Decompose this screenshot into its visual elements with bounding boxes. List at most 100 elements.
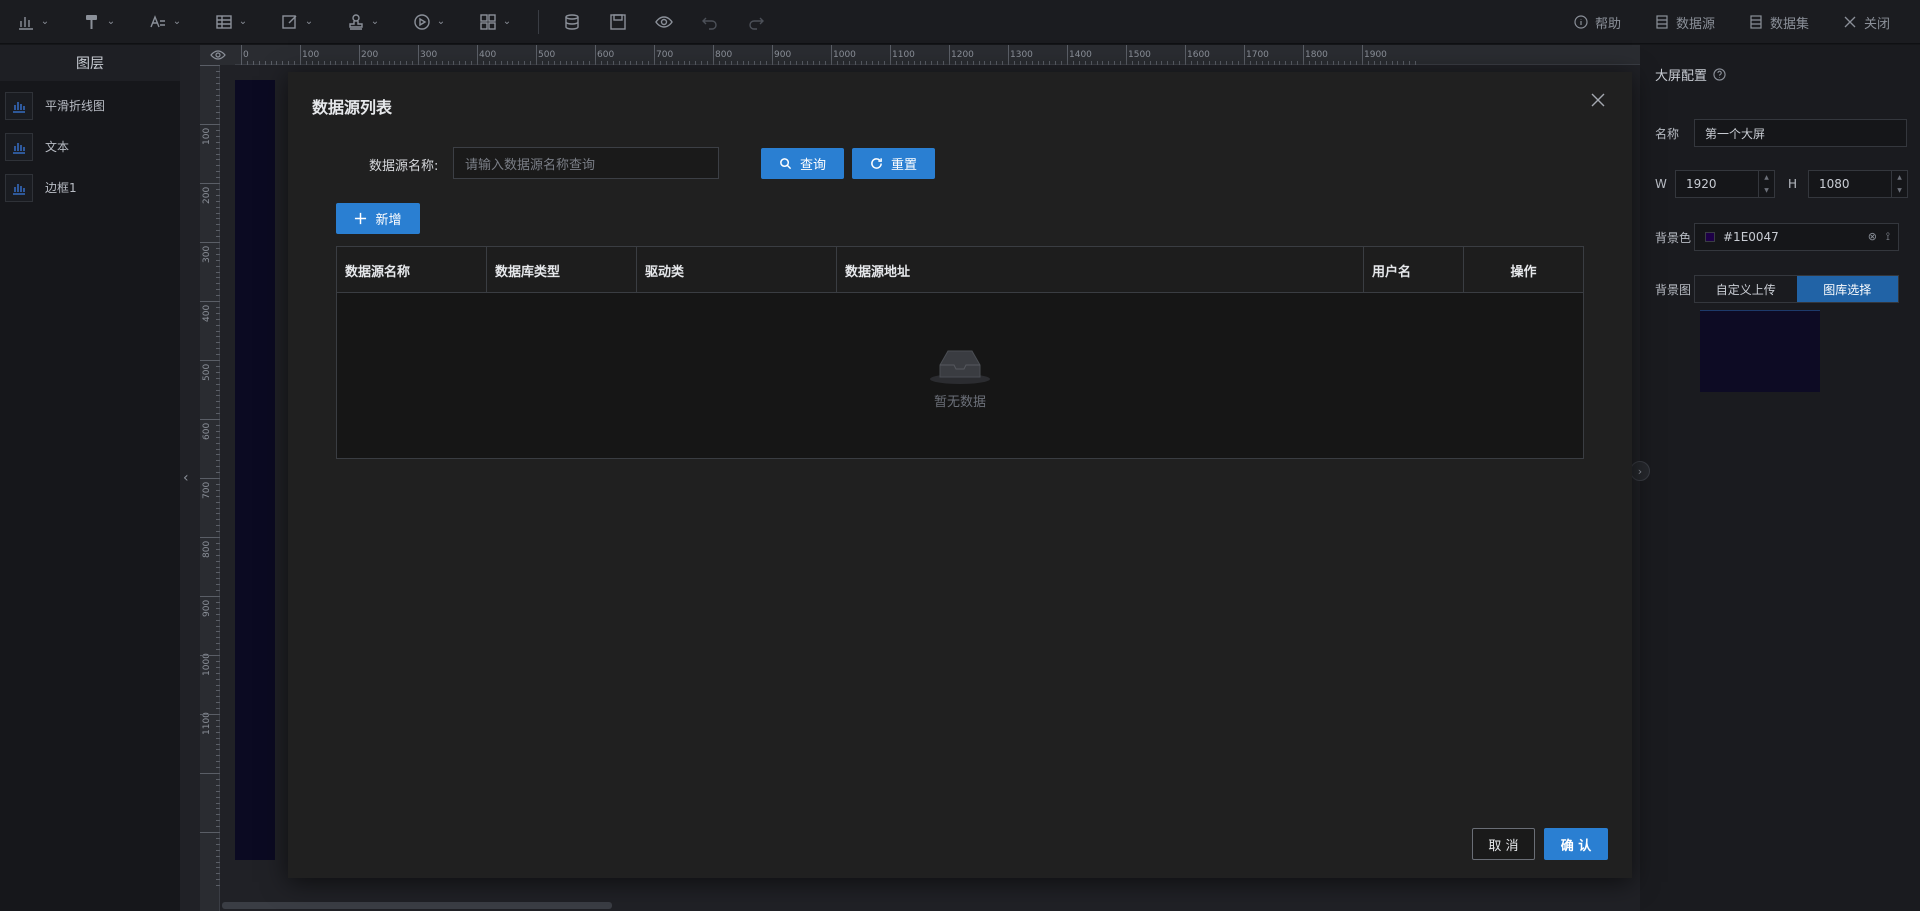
ruler-tick [1131,61,1133,65]
search-input[interactable]: 请输入数据源名称查询 [453,147,719,179]
datasource-link[interactable]: 数据源 [1655,13,1715,32]
chart-icon [18,16,33,30]
layer-item[interactable]: 边框1 [0,167,180,208]
ruler-tick [335,61,337,65]
ruler-tick [216,719,220,721]
ruler-tick [317,61,319,65]
ruler-tick [216,820,220,822]
stepper-arrows[interactable]: ▲ ▼ [1758,171,1774,197]
component-menu[interactable]: ⌄ [462,0,528,44]
table-menu[interactable]: ⌄ [198,0,264,44]
dataset-link[interactable]: 数据集 [1749,13,1809,32]
redo-button[interactable] [733,13,779,31]
ruler-tick [216,212,220,214]
stamp-menu[interactable]: ⌄ [330,0,396,44]
column-header[interactable]: 驱动类 [637,247,837,293]
chevron-right-icon[interactable]: › [1630,461,1650,481]
database-button[interactable] [549,13,595,31]
ruler-tick [200,419,220,420]
eye-icon [655,15,673,28]
chevron-left-icon[interactable]: ‹ [183,470,189,486]
help-circle-icon[interactable] [1713,68,1726,81]
upload-option[interactable]: 自定义上传 [1695,276,1797,302]
text-menu[interactable]: ⌄ [132,0,198,44]
ruler-tick [1320,61,1322,65]
clear-icon[interactable]: ⊗ [1868,230,1877,244]
ruler-tick [1338,61,1340,65]
ruler-corner[interactable] [200,45,235,65]
layer-item[interactable]: 平滑折线图 [0,85,180,126]
ruler-tick [642,61,644,65]
ruler-tick [907,61,909,65]
style-menu[interactable]: ⌄ [66,0,132,44]
ruler-tick-label: 900 [202,599,212,617]
chart-menu[interactable]: ⌄ [0,0,66,44]
width-stepper[interactable]: 1920 ▲ ▼ [1675,170,1775,198]
cancel-button[interactable]: 取 消 [1472,828,1535,860]
column-header[interactable]: 数据源名称 [337,247,487,293]
stepper-arrows[interactable]: ▲ ▼ [1891,171,1907,197]
undo-button[interactable] [687,13,733,31]
reset-button[interactable]: 重置 [852,148,935,179]
ruler-tick [1114,61,1116,65]
preview-button[interactable] [641,13,687,31]
media-menu[interactable]: ⌄ [396,0,462,44]
column-header[interactable]: 数据库类型 [487,247,637,293]
save-button[interactable] [595,13,641,31]
layer-thumb [5,132,33,161]
add-button[interactable]: 新增 [336,203,420,234]
ruler-tick [1279,61,1281,65]
database-icon [565,13,579,30]
ruler-tick [294,61,296,65]
datasource-icon [1656,15,1668,29]
confirm-button[interactable]: 确 认 [1544,828,1608,860]
bgcolor-input[interactable]: #1E0047 ⊗ ⟟ [1694,223,1899,251]
ruler-tick [1031,61,1033,65]
edit-menu[interactable]: ⌄ [264,0,330,44]
column-header[interactable]: 操作 [1464,247,1583,293]
color-swatch[interactable] [1705,232,1715,242]
ruler-tick [216,94,220,96]
help-link[interactable]: 帮助 [1574,13,1621,32]
column-header[interactable]: 用户名 [1364,247,1464,293]
name-input[interactable]: 第一个大屏 [1694,119,1907,147]
query-button[interactable]: 查询 [761,148,844,179]
close-link[interactable]: 关闭 [1843,13,1890,32]
ruler-tick [683,61,685,65]
ruler-tick [216,525,220,527]
eye-icon [209,50,226,60]
color-picker-icon[interactable]: ⟟ [1886,230,1890,244]
gallery-option[interactable]: 图库选择 [1796,276,1898,302]
dataset-label: 数据集 [1769,16,1809,32]
ruler-tick [1155,61,1157,65]
ruler-tick [216,112,220,114]
ruler-tick [1226,61,1228,65]
ruler-tick [695,61,697,65]
table-icon [216,14,232,29]
ruler-tick [216,165,220,167]
ruler-tick [766,61,768,65]
play-icon [414,13,430,30]
background-thumbnail[interactable] [1700,310,1820,392]
modal-close-button[interactable] [1586,88,1610,112]
ruler-tick [216,696,220,698]
ruler-tick [742,61,744,65]
config-title-text: 大屏配置 [1655,69,1708,84]
ruler-tick [978,61,980,65]
horizontal-scrollbar[interactable] [222,902,612,909]
ruler-tick-label: 1100 [892,50,915,60]
ruler-tick-label: 100 [202,127,212,145]
ruler-tick [216,194,220,196]
layer-item[interactable]: 文本 [0,126,180,167]
height-stepper[interactable]: 1080 ▲ ▼ [1808,170,1908,198]
ruler-tick [919,61,921,65]
ruler-tick [854,61,856,65]
ruler-tick [624,61,626,65]
column-header[interactable]: 数据源地址 [837,247,1364,293]
config-title: 大屏配置 [1655,65,1905,84]
ruler-tick [300,45,301,65]
ruler-tick [216,460,220,462]
ruler-tick [630,61,632,65]
ruler-tick [216,643,220,645]
ruler-tick [659,61,661,65]
